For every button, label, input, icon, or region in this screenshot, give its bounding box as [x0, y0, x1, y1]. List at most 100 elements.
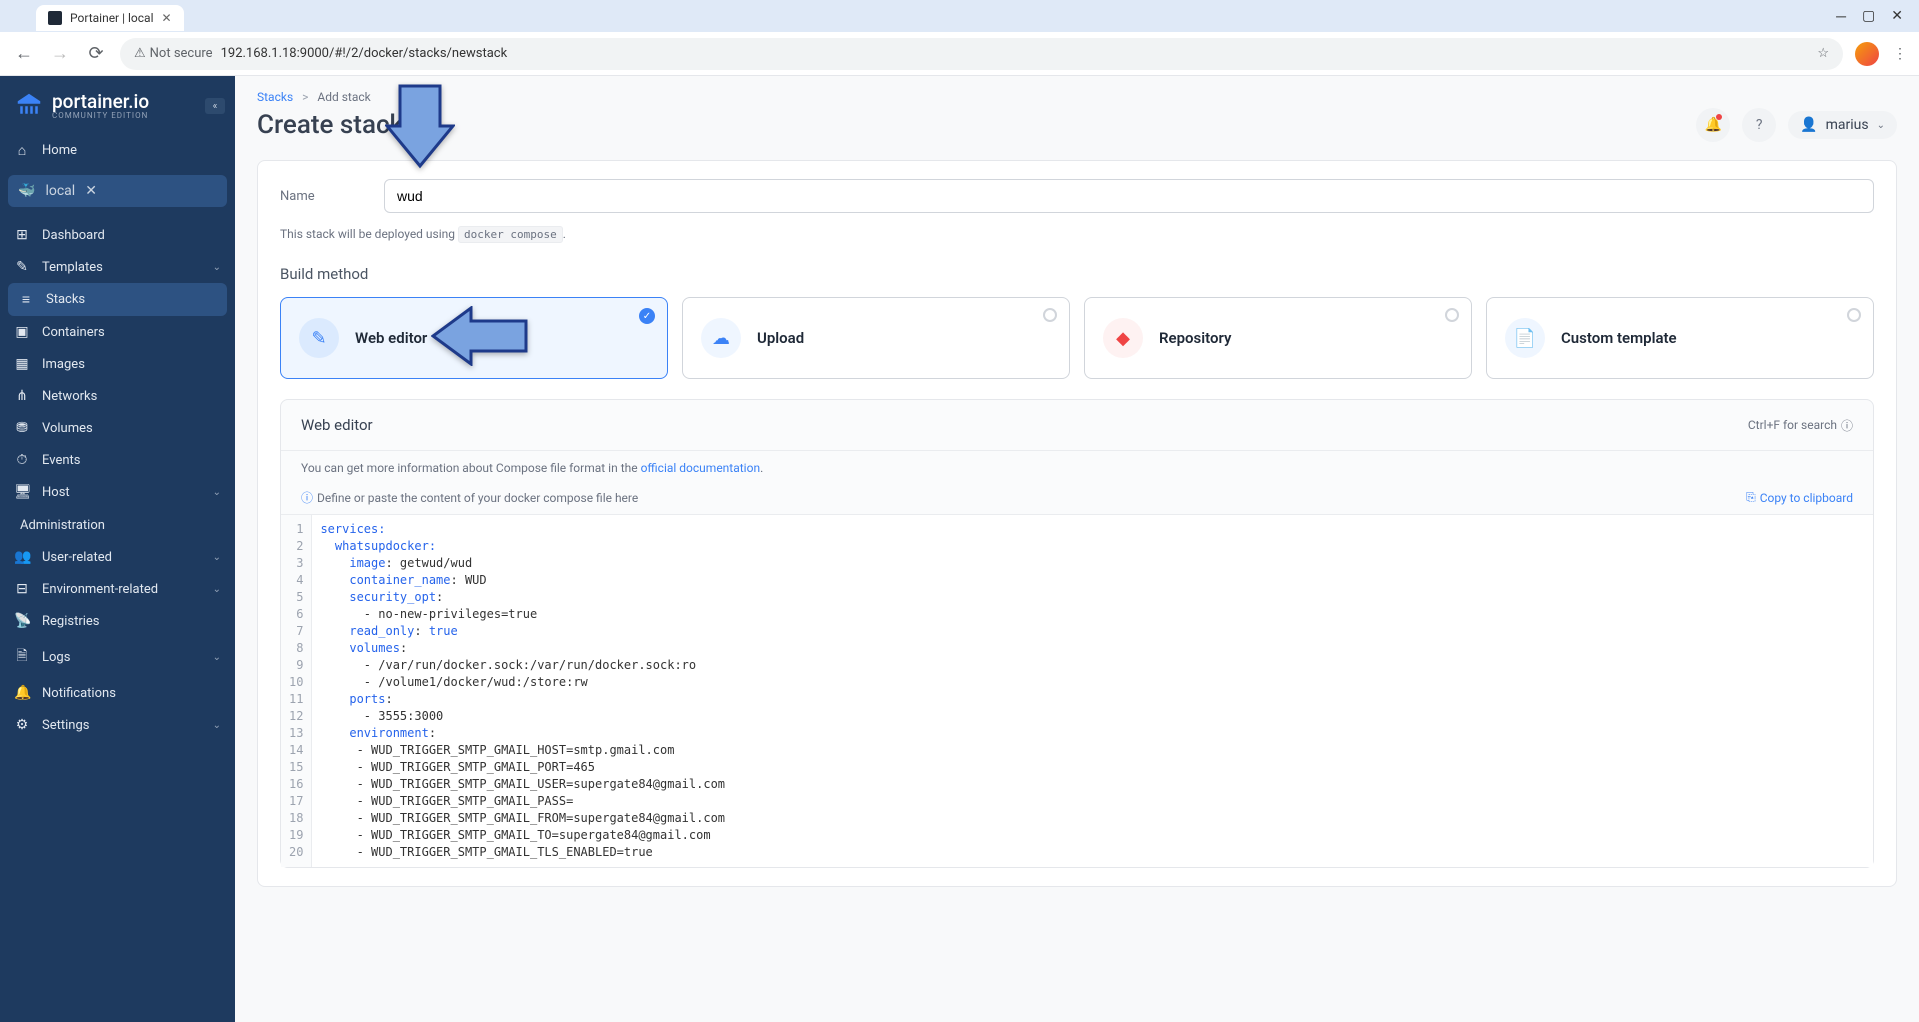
notifications-button[interactable]: 🔔	[1696, 108, 1730, 142]
radio-icon	[1847, 308, 1861, 322]
main-content: Stacks > Add stack Create stack ⟳ 🔔 ? 👤 …	[235, 76, 1919, 1022]
sidebar-item-users[interactable]: 👥User-related⌄	[0, 541, 235, 573]
maximize-icon[interactable]: ▢	[1862, 8, 1875, 25]
chevron-down-icon: ⌄	[213, 584, 221, 595]
bookmark-icon[interactable]: ☆	[1817, 46, 1829, 61]
sidebar-item-events[interactable]: ⏱Events	[0, 444, 235, 476]
editor-title: Web editor	[301, 416, 373, 434]
method-web-editor[interactable]: ✎ Web editor ✓	[280, 297, 668, 379]
chevron-down-icon: ⌄	[213, 652, 221, 663]
code-content[interactable]: services: whatsupdocker: image: getwud/w…	[312, 515, 1873, 867]
containers-icon: ▣	[14, 324, 30, 340]
name-label: Name	[280, 189, 360, 204]
user-icon: 👤	[1800, 117, 1817, 133]
upload-icon: ☁	[701, 318, 741, 358]
images-icon: ▦	[14, 356, 30, 372]
sidebar-item-images[interactable]: ▦Images	[0, 348, 235, 380]
chevron-down-icon: ⌄	[213, 552, 221, 563]
window-controls: ─ ▢ ✕	[1836, 8, 1911, 25]
close-icon[interactable]: ✕	[1891, 8, 1903, 25]
build-method-label: Build method	[280, 265, 1874, 283]
security-indicator[interactable]: ⚠ Not secure	[134, 46, 213, 61]
users-icon: 👥	[14, 549, 30, 565]
portainer-logo-icon	[14, 90, 44, 120]
chevron-down-icon: ⌄	[213, 262, 221, 273]
sidebar: portainer.io COMMUNITY EDITION « ⌂ Home …	[0, 76, 235, 1022]
env-icon: ⊟	[14, 581, 30, 597]
editor-help-text: You can get more information about Compo…	[281, 451, 1873, 475]
sidebar-item-logs[interactable]: 🗎Logs⌄	[0, 637, 235, 677]
minimize-icon[interactable]: ─	[1836, 8, 1846, 25]
url-text: 192.168.1.18:9000/#!/2/docker/stacks/new…	[221, 46, 508, 61]
sidebar-item-registries[interactable]: 📡Registries	[0, 605, 235, 637]
annotation-arrow-webeditor	[431, 306, 531, 370]
sidebar-item-settings[interactable]: ⚙Settings⌄	[0, 709, 235, 741]
reload-button[interactable]: ⟳	[84, 43, 108, 64]
web-editor-panel: Web editor Ctrl+F for search ⓘ You can g…	[280, 399, 1874, 868]
radio-icon	[1043, 308, 1057, 322]
radio-icon	[1445, 308, 1459, 322]
template-icon: 📄	[1505, 318, 1545, 358]
logo-title: portainer.io	[52, 90, 149, 113]
profile-avatar[interactable]	[1855, 42, 1879, 66]
sidebar-item-containers[interactable]: ▣Containers	[0, 316, 235, 348]
sidebar-section-admin: Administration	[0, 508, 235, 541]
sidebar-item-home[interactable]: ⌂ Home	[0, 134, 235, 167]
browser-tab[interactable]: Portainer | local ✕	[36, 5, 184, 31]
git-icon: ◆	[1103, 318, 1143, 358]
tab-close-icon[interactable]: ✕	[162, 11, 172, 25]
breadcrumb-current: Add stack	[317, 90, 370, 104]
browser-tab-bar: Portainer | local ✕ ─ ▢ ✕	[0, 0, 1919, 32]
copy-icon: ⎘	[1746, 490, 1756, 505]
chevron-down-icon: ⌄	[1877, 120, 1885, 131]
copy-to-clipboard[interactable]: ⎘Copy to clipboard	[1746, 490, 1853, 505]
editor-search-hint: Ctrl+F for search ⓘ	[1748, 417, 1853, 434]
browser-toolbar: ← → ⟳ ⚠ Not secure 192.168.1.18:9000/#!/…	[0, 32, 1919, 76]
sidebar-item-volumes[interactable]: ⛃Volumes	[0, 412, 235, 444]
breadcrumb-stacks[interactable]: Stacks	[257, 90, 293, 104]
back-button[interactable]: ←	[12, 43, 36, 64]
sidebar-item-environments[interactable]: ⊟Environment-related⌄	[0, 573, 235, 605]
chevron-down-icon: ⌄	[213, 487, 221, 498]
forward-button[interactable]: →	[48, 43, 72, 64]
chevron-down-icon: ⌄	[213, 720, 221, 731]
sidebar-item-notifications[interactable]: 🔔Notifications	[0, 677, 235, 709]
favicon	[48, 11, 62, 25]
registries-icon: 📡	[14, 613, 30, 629]
logs-icon: 🗎	[14, 645, 30, 669]
docker-icon: 🐳	[18, 183, 35, 199]
code-editor[interactable]: 1234567891011121314151617181920 services…	[281, 514, 1873, 867]
volumes-icon: ⛃	[14, 420, 30, 436]
notification-dot	[1716, 114, 1722, 120]
events-icon: ⏱	[14, 452, 30, 468]
sidebar-item-stacks[interactable]: ≡Stacks	[8, 283, 227, 316]
edit-icon: ✎	[299, 318, 339, 358]
sidebar-environment-local[interactable]: 🐳 local ✕	[8, 175, 227, 207]
home-icon: ⌂	[14, 142, 30, 159]
browser-menu-icon[interactable]: ⋮	[1893, 46, 1907, 62]
user-menu[interactable]: 👤 marius ⌄	[1788, 111, 1897, 139]
sidebar-collapse-button[interactable]: «	[205, 98, 225, 114]
address-bar[interactable]: ⚠ Not secure 192.168.1.18:9000/#!/2/dock…	[120, 38, 1843, 70]
docs-link[interactable]: official documentation	[641, 461, 761, 475]
name-input[interactable]	[384, 179, 1874, 213]
help-button[interactable]: ?	[1742, 108, 1776, 142]
networks-icon: ⋔	[14, 388, 30, 404]
deploy-helper: This stack will be deployed using docker…	[280, 227, 1874, 241]
tab-title: Portainer | local	[70, 11, 154, 25]
sidebar-item-dashboard[interactable]: ⊞Dashboard	[0, 219, 235, 251]
host-icon: 🖥	[14, 484, 30, 500]
method-upload[interactable]: ☁ Upload	[682, 297, 1070, 379]
check-icon: ✓	[639, 308, 655, 324]
editor-placeholder-hint: Define or paste the content of your dock…	[317, 491, 638, 505]
env-close-icon[interactable]: ✕	[85, 183, 97, 199]
method-repository[interactable]: ◆ Repository	[1084, 297, 1472, 379]
logo-subtitle: COMMUNITY EDITION	[52, 111, 149, 120]
method-custom-template[interactable]: 📄 Custom template	[1486, 297, 1874, 379]
sidebar-item-networks[interactable]: ⋔Networks	[0, 380, 235, 412]
sidebar-logo[interactable]: portainer.io COMMUNITY EDITION	[0, 76, 235, 134]
sidebar-item-host[interactable]: 🖥Host⌄	[0, 476, 235, 508]
sidebar-item-templates[interactable]: ✎Templates⌄	[0, 251, 235, 283]
line-gutter: 1234567891011121314151617181920	[281, 515, 312, 867]
help-icon[interactable]: ⓘ	[1841, 417, 1853, 434]
